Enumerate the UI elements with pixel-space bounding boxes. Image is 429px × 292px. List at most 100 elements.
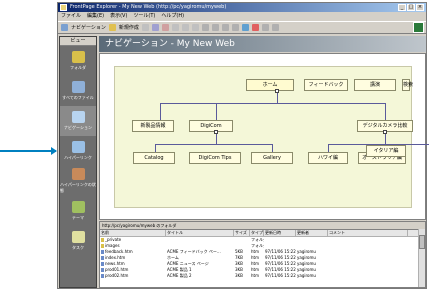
node-search[interactable]: 検索 (402, 79, 413, 91)
open-icon[interactable] (141, 24, 149, 31)
callout-line (0, 150, 56, 152)
theme-icon (71, 201, 85, 213)
node-home[interactable]: ホーム (246, 79, 294, 91)
navigation-canvas[interactable]: ホーム フィードバック 講演 検索 新製品情報 DigiCom デジタルカメラ比… (99, 53, 429, 220)
cell-text: ACME フィードバック ペー... (167, 249, 221, 254)
view-folders[interactable]: フォルダ (60, 46, 96, 76)
node-digicom[interactable]: DigiCom (189, 120, 233, 132)
close-button[interactable]: × (416, 4, 424, 11)
column-header-comments[interactable]: コメント (328, 230, 408, 236)
expand-toggle[interactable] (275, 89, 279, 93)
expand-toggle[interactable] (383, 130, 387, 134)
connector-line (160, 103, 161, 120)
tasks-icon (71, 231, 85, 243)
view-navigation[interactable]: ナビゲーション (60, 106, 96, 136)
column-header-modified[interactable]: 更新日時 (264, 230, 296, 236)
view-hyperlinks[interactable]: ハイパーリンク (60, 136, 96, 166)
folder-path: http://pc/yagiromu/myweb のフォルダ (100, 222, 425, 230)
cell-text: htm (251, 255, 259, 260)
navigation-button[interactable]: ナビゲーション (71, 24, 106, 31)
app-icon (60, 4, 67, 11)
node-italy[interactable]: イタリア編 (366, 145, 406, 157)
menu-help[interactable]: ヘルプ(H) (161, 12, 184, 20)
menu-tools[interactable]: ツール(T) (133, 12, 155, 20)
cell-text: 3KB (235, 273, 243, 278)
cell-text: ホーム (167, 255, 179, 260)
connector-line (216, 103, 217, 120)
column-header-name[interactable]: 名前 (100, 230, 166, 236)
column-header-modified-by[interactable]: 更新者 (296, 230, 328, 236)
save-icon[interactable] (151, 24, 159, 31)
cell-text: index.htm (105, 255, 126, 260)
node-product-info[interactable]: 新製品情報 (132, 120, 174, 132)
cell-text: 97/11/06 15:22:19 (265, 255, 296, 260)
cell-text: htm (251, 273, 259, 278)
view-tasks[interactable]: タスク (60, 226, 96, 256)
column-header-type[interactable]: タイプ (250, 230, 264, 236)
cut-icon[interactable] (171, 24, 179, 31)
connector-line (160, 103, 385, 104)
cell-text: feedback.htm (105, 249, 133, 254)
window-title: FrontPage Explorer - My New Web (http://… (70, 4, 227, 10)
node-gallery[interactable]: Gallery (251, 152, 293, 164)
column-header-size[interactable]: サイズ (234, 230, 250, 236)
frontpage-logo (413, 22, 424, 33)
file-list-pane: http://pc/yagiromu/myweb のフォルダ 名前 タイトル サ… (99, 221, 426, 288)
expand-icon[interactable] (231, 24, 239, 31)
node-digicom-tips[interactable]: DigiCom Tips (189, 152, 241, 164)
menu-view[interactable]: 表示(V) (110, 12, 127, 20)
table-row[interactable]: prod02.htm ACME 製品 2 3KB htm 97/11/06 15:22:… (100, 273, 425, 279)
views-pane: ビュー フォルダ すべてのファイル ナビゲーション ハイパーリンク ハイパーリン… (59, 36, 97, 288)
view-label: ナビゲーション (64, 125, 92, 130)
view-hyperlink-status[interactable]: ハイパーリンクの状態 (60, 166, 96, 196)
view-banner: ナビゲーション - My New Web (99, 36, 426, 52)
help-icon[interactable] (271, 24, 279, 31)
cell-text: 97/11/06 15:22:19 (265, 267, 296, 272)
new-button[interactable]: 新規作成 (119, 24, 139, 31)
connector-line (385, 103, 386, 120)
connector-line (328, 144, 329, 152)
file-list-scrollbar[interactable] (418, 229, 425, 287)
navigation-tree: ホーム フィードバック 講演 検索 新製品情報 DigiCom デジタルカメラ比… (114, 66, 429, 208)
page-icon (101, 274, 104, 278)
expand-toggle[interactable] (214, 130, 218, 134)
cell-text: yagiromu (297, 249, 316, 254)
cell-type: htm (250, 273, 264, 279)
cell-by: yagiromu (296, 273, 328, 279)
node-hawaii[interactable]: ハワイ編 (308, 152, 348, 164)
undo-icon[interactable] (201, 24, 209, 31)
print-icon[interactable] (161, 24, 169, 31)
menu-bar: ファイル 編集(E) 表示(V) ツール(T) ヘルプ(H) (58, 12, 426, 20)
new-page-icon[interactable] (108, 24, 116, 31)
cell-text: フォルダ (251, 243, 264, 248)
cell-text: 7KB (235, 255, 243, 260)
up-level-icon[interactable] (211, 24, 219, 31)
cell-text: yagiromu (297, 255, 316, 260)
cell-text: 97/11/06 15:22:19 (265, 261, 296, 266)
rotate-icon[interactable] (221, 24, 229, 31)
cell-text: yagiromu (297, 273, 316, 278)
node-catalog[interactable]: Catalog (133, 152, 175, 164)
column-header-title[interactable]: タイトル (166, 230, 234, 236)
navigation-view-icon[interactable] (61, 24, 68, 31)
paste-icon[interactable] (191, 24, 199, 31)
toolbar: ナビゲーション 新規作成 (58, 21, 426, 34)
editor-icon[interactable] (251, 24, 259, 31)
page-icon (101, 268, 104, 272)
menu-edit[interactable]: 編集(E) (87, 12, 104, 20)
view-all-files[interactable]: すべてのファイル (60, 76, 96, 106)
view-themes[interactable]: テーマ (60, 196, 96, 226)
web-icon[interactable] (241, 24, 249, 31)
minimize-button[interactable]: _ (398, 4, 406, 11)
node-seminar[interactable]: 講演 (354, 79, 396, 91)
stop-icon[interactable] (261, 24, 269, 31)
cell-text: htm (251, 261, 259, 266)
node-feedback[interactable]: フィードバック (304, 79, 348, 91)
cell-text: ACME 製品 1 (167, 267, 192, 272)
maximize-button[interactable]: □ (407, 4, 415, 11)
hyperlink-icon (71, 141, 85, 153)
menu-file[interactable]: ファイル (61, 12, 81, 20)
cell-text: _private (105, 237, 122, 242)
copy-icon[interactable] (181, 24, 189, 31)
scrollbar-thumb[interactable] (419, 235, 425, 249)
